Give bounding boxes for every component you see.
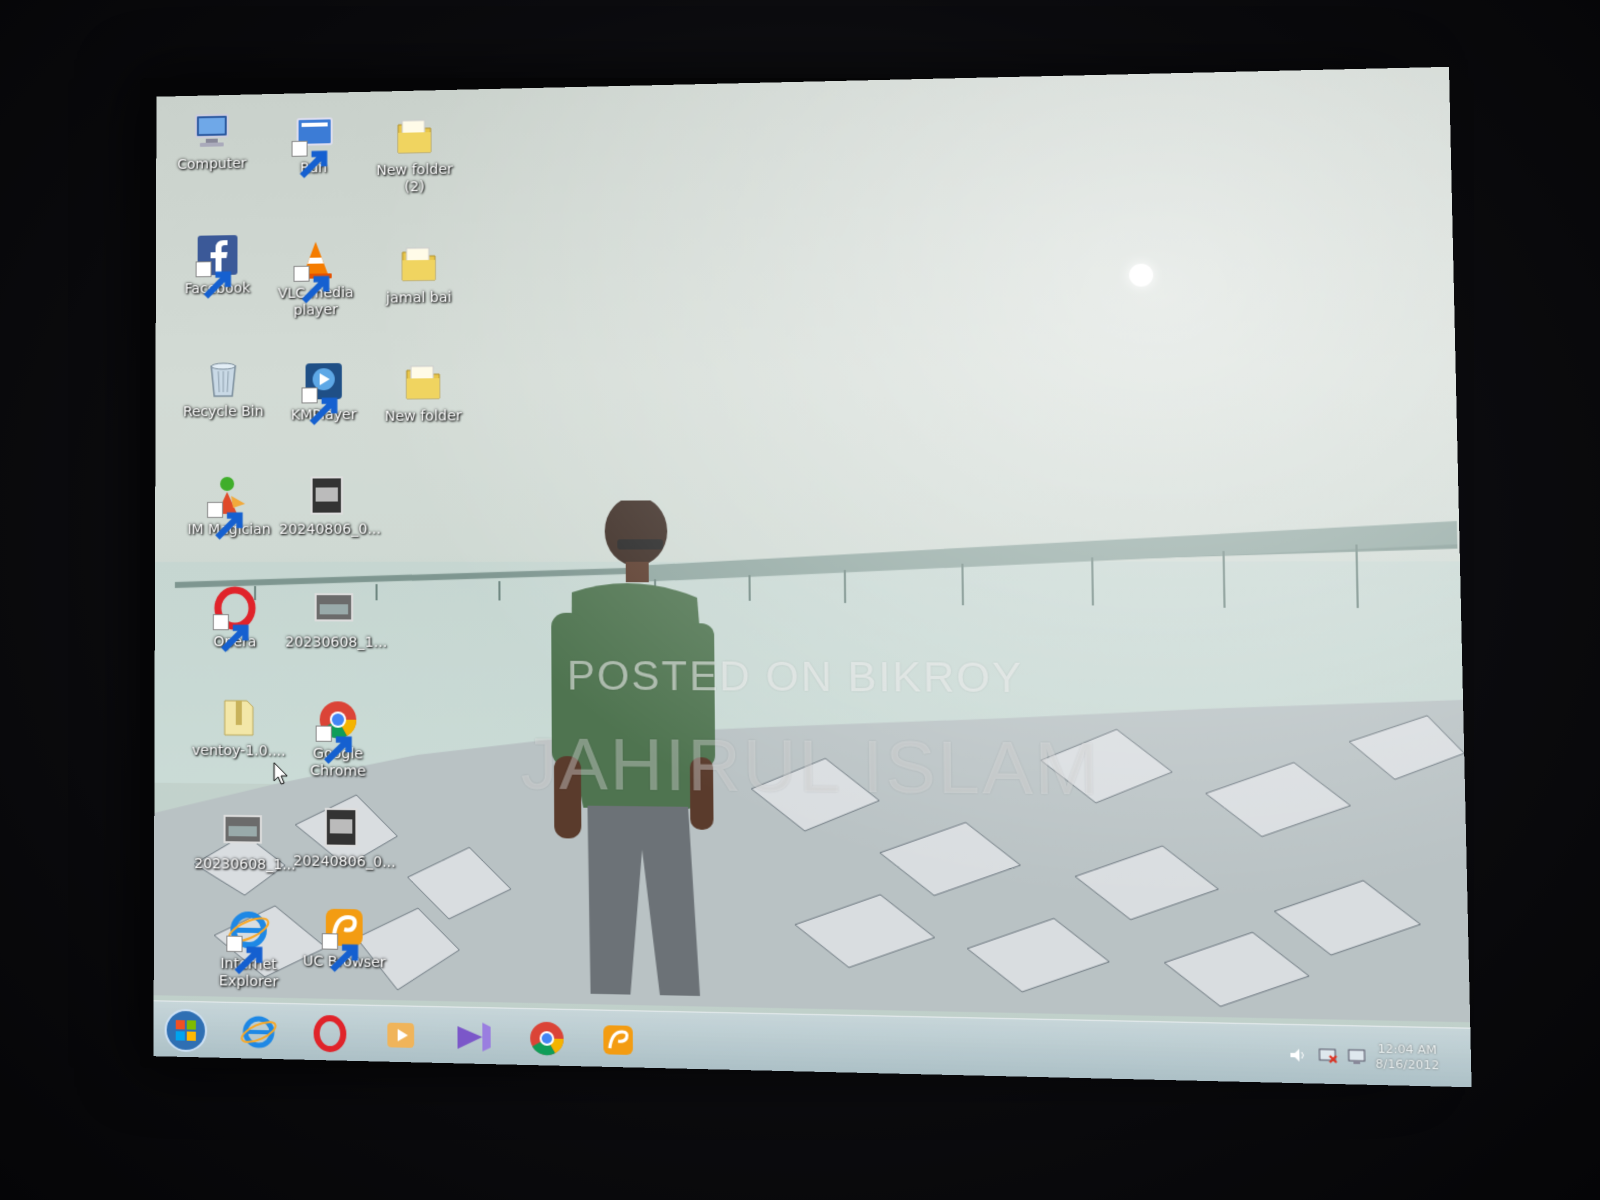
watermark-owner: JAHIRUL ISLAM	[520, 723, 1102, 811]
clock-time: 12:04 AM	[1377, 1041, 1437, 1058]
desktop-icon-recycle-bin[interactable]: Recycle Bin	[175, 356, 271, 422]
uc-browser-icon	[603, 1025, 642, 1055]
uc-browser-icon	[321, 905, 367, 951]
internet-explorer-icon	[236, 1009, 281, 1055]
desktop-screen: POSTED ON BIKROY JAHIRUL ISLAM Computer …	[153, 66, 1472, 1088]
desktop-icon-facebook[interactable]: Facebook	[170, 233, 266, 300]
media-player-icon	[387, 1022, 415, 1048]
icon-label: Computer	[177, 155, 247, 173]
desktop-icon-google-chrome[interactable]: Google Chrome	[289, 697, 387, 781]
shortcut-arrow-icon	[315, 725, 332, 742]
desktop-icon-jamal-bai[interactable]: jamal bai	[370, 241, 468, 307]
icon-label: 20230608_1...	[194, 855, 296, 874]
image-file-icon	[320, 805, 365, 850]
icon-label: New folder	[384, 408, 462, 425]
folder-icon	[401, 360, 446, 405]
desktop-icon-image-20240806-a[interactable]: 20240806_0...	[279, 473, 382, 539]
desktop-icon-opera[interactable]: Opera	[187, 586, 284, 652]
opera-icon	[307, 1011, 352, 1057]
shortcut-arrow-icon	[195, 261, 232, 300]
kmplayer-icon	[301, 359, 346, 403]
desktop-icon-image-20240806-b[interactable]: 20240806_0...	[293, 804, 396, 871]
desktop-icon-run[interactable]: Run	[266, 112, 362, 179]
image-file-icon	[220, 808, 264, 853]
taskbar-uc-browser[interactable]	[595, 1017, 642, 1064]
taskbar-internet-explorer[interactable]	[236, 1009, 281, 1055]
image-file-icon	[312, 586, 357, 630]
desktop-icon-kmplayer[interactable]: KMPlayer	[275, 359, 372, 425]
chrome-icon	[315, 697, 361, 742]
action-center-icon[interactable]	[1346, 1047, 1367, 1067]
watermark-posted: POSTED ON BIKROY	[566, 653, 1024, 702]
image-file-icon	[306, 473, 351, 517]
desktop-icon-im-magician[interactable]: IM Magician	[181, 474, 277, 539]
computer-icon	[190, 109, 234, 153]
internet-explorer-icon	[226, 907, 271, 953]
icon-label: ventoy-1.0....	[191, 742, 286, 760]
taskbar-visual-studio[interactable]	[451, 1014, 497, 1060]
windows-logo-icon	[164, 1008, 208, 1054]
zip-file-icon	[217, 695, 261, 740]
icon-label: 20240806_0...	[293, 853, 396, 871]
folder-icon	[396, 242, 441, 287]
desktop-icon-internet-explorer[interactable]: Internet Explorer	[200, 907, 297, 992]
desktop-icon-vlc[interactable]: VLC media player	[267, 237, 364, 320]
icon-label: 20230608_1...	[285, 634, 388, 651]
vlc-icon	[293, 237, 338, 303]
recycle-bin-icon	[201, 356, 245, 400]
chrome-icon	[530, 1021, 564, 1056]
shortcut-arrow-icon	[293, 265, 329, 303]
network-icon[interactable]	[1317, 1046, 1338, 1066]
run-icon	[291, 112, 336, 179]
shortcut-arrow-icon	[291, 140, 328, 179]
shortcut-arrow-icon	[321, 933, 338, 950]
taskbar-opera[interactable]	[307, 1011, 352, 1057]
opera-icon	[212, 586, 257, 630]
taskbar-clock[interactable]: 12:04 AM 8/16/2012	[1375, 1042, 1439, 1074]
volume-icon[interactable]	[1288, 1045, 1309, 1065]
shortcut-arrow-icon	[301, 387, 318, 403]
visual-studio-icon	[457, 1022, 491, 1052]
desktop-icon-image-20230608-a[interactable]: 20230608_1...	[285, 586, 388, 652]
shortcut-arrow-icon	[226, 935, 242, 953]
desktop-icon-new-folder[interactable]: New folder	[374, 360, 472, 426]
shortcut-arrow-icon	[212, 614, 229, 630]
icon-label: 20240806_0...	[279, 521, 382, 538]
icon-label: Recycle Bin	[182, 403, 264, 421]
system-tray: 12:04 AM 8/16/2012	[1287, 1031, 1439, 1082]
im-magician-icon	[207, 474, 251, 518]
desktop-icon-ventoy[interactable]: ventoy-1.0....	[190, 694, 287, 760]
taskbar-media-player[interactable]	[379, 1012, 424, 1058]
desktop-icon-uc-browser[interactable]: UC Browser	[295, 904, 393, 972]
clock-date: 8/16/2012	[1375, 1056, 1440, 1073]
sun	[1128, 263, 1154, 287]
icon-label: jamal bai	[386, 289, 452, 307]
taskbar-chrome[interactable]	[524, 1015, 570, 1062]
desktop-icon-computer[interactable]: Computer	[164, 108, 259, 174]
desktop-icon-image-20230608-b[interactable]: 20230608_1...	[194, 807, 296, 874]
desktop-icon-new-folder-2[interactable]: New folder (2)	[366, 114, 463, 198]
start-button[interactable]	[164, 1008, 208, 1054]
shortcut-arrow-icon	[207, 501, 223, 518]
mouse-cursor-icon	[273, 762, 289, 786]
facebook-icon	[195, 233, 240, 300]
icon-label: New folder (2)	[376, 161, 453, 196]
folder-icon	[392, 114, 437, 159]
